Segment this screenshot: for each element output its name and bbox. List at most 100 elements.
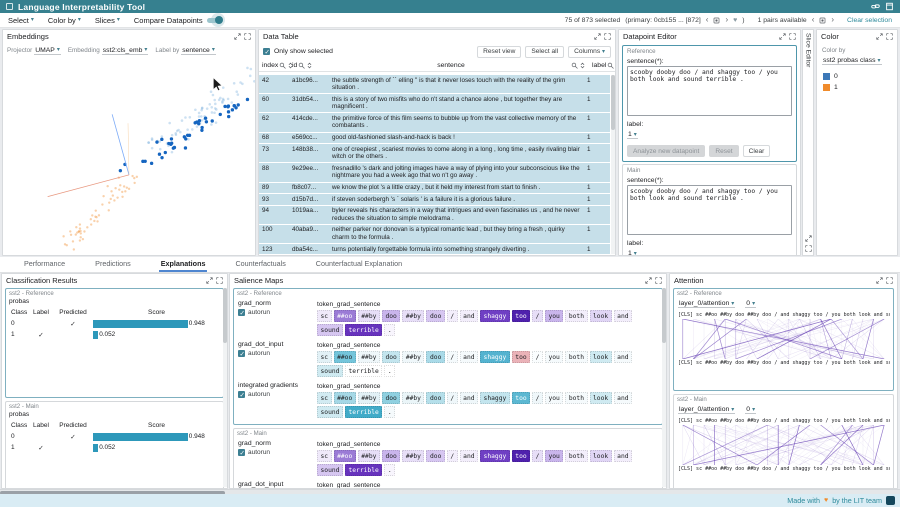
tab-explanations[interactable]: Explanations [159, 257, 208, 272]
compare-datapoints-toggle[interactable] [207, 16, 222, 24]
salience-token[interactable]: sound [317, 464, 343, 476]
tab-counterfactual-explanation[interactable]: Counterfactual Explanation [314, 257, 404, 272]
select-all-button[interactable]: Select all [525, 46, 564, 58]
salience-token[interactable]: and [614, 351, 632, 363]
slice-editor-tab[interactable]: Slice Editor [802, 29, 814, 256]
fullscreen-icon[interactable] [886, 33, 893, 40]
only-show-selected-checkbox[interactable] [263, 48, 270, 55]
pin-pair-icon[interactable] [819, 17, 826, 24]
column-header-index[interactable]: index [259, 62, 289, 69]
table-row[interactable]: 73148b38...one of creepiest , scariest m… [259, 144, 610, 163]
salience-token[interactable]: sound [317, 365, 343, 377]
salience-token[interactable]: / [447, 450, 458, 462]
table-row[interactable]: 10040aba9...neither parker nor donovan i… [259, 225, 610, 244]
salience-token[interactable]: both [565, 450, 587, 462]
autorun-control[interactable]: autorun [238, 391, 317, 398]
salience-token[interactable]: . [384, 324, 395, 336]
fullscreen-icon[interactable] [805, 245, 812, 252]
expand-icon[interactable] [876, 277, 883, 284]
salience-token[interactable]: too [512, 392, 530, 404]
salience-token[interactable]: / [447, 310, 458, 322]
color-by-menu[interactable]: Color by▾ [48, 16, 81, 25]
salience-token[interactable]: doo [382, 310, 400, 322]
salience-token[interactable]: terrible [345, 365, 382, 377]
salience-token[interactable]: too [512, 310, 530, 322]
salience-token[interactable]: shaggy [480, 310, 510, 322]
sort-icon[interactable] [579, 62, 586, 69]
salience-token[interactable]: you [545, 392, 563, 404]
tab-counterfactuals[interactable]: Counterfactuals [233, 257, 287, 272]
salience-token[interactable]: and [460, 450, 478, 462]
layer-select[interactable]: layer_0/attention▾ [678, 406, 735, 414]
salience-token[interactable]: ##by [402, 351, 424, 363]
salience-token[interactable]: ##by [358, 450, 380, 462]
salience-token[interactable]: ##by [358, 310, 380, 322]
salience-token[interactable]: and [460, 351, 478, 363]
salience-token[interactable]: doo [382, 351, 400, 363]
table-row[interactable]: 93d15b7d...if steven soderbergh 's ` sol… [259, 194, 610, 206]
table-row[interactable]: 89fb8c07...we know the plot 's a little … [259, 183, 610, 195]
autorun-control[interactable]: autorun [238, 449, 317, 456]
salience-token[interactable]: ##by [358, 351, 380, 363]
head-select[interactable]: 0▾ [745, 406, 756, 414]
salience-token[interactable]: terrible [345, 406, 382, 418]
autorun-control[interactable]: autorun [238, 350, 317, 357]
salience-token[interactable]: sc [317, 392, 332, 404]
column-header-id[interactable]: id [289, 62, 329, 69]
columns-button[interactable]: Columns ▾ [568, 46, 611, 58]
salience-token[interactable]: look [590, 351, 612, 363]
expand-icon[interactable] [645, 277, 652, 284]
label-by-select[interactable]: sentence▾ [181, 47, 216, 55]
table-row[interactable]: 42a1bc96...the subtle strength of `` ell… [259, 75, 610, 94]
salience-token[interactable]: shaggy [480, 450, 510, 462]
fullscreen-icon[interactable] [216, 277, 223, 284]
salience-token[interactable]: you [545, 310, 563, 322]
salience-token[interactable]: terrible [345, 324, 382, 336]
tab-predictions[interactable]: Predictions [93, 257, 133, 272]
label-select[interactable]: 1▾ [627, 250, 638, 256]
search-icon[interactable] [571, 62, 578, 69]
autorun-checkbox[interactable] [238, 391, 245, 398]
salience-token[interactable]: too [512, 450, 530, 462]
analyze-new-datapoint-button[interactable]: Analyze new datapoint [627, 145, 705, 157]
salience-token[interactable]: and [460, 392, 478, 404]
salience-token[interactable]: look [590, 392, 612, 404]
salience-token[interactable]: terrible [345, 464, 382, 476]
salience-token[interactable]: you [545, 450, 563, 462]
select-menu[interactable]: Select▾ [8, 16, 34, 25]
fullscreen-icon[interactable] [244, 33, 251, 40]
scrollbar-thumb[interactable] [223, 288, 227, 343]
next-datapoint-button[interactable]: › [725, 16, 728, 24]
lit-footer-logo[interactable] [886, 496, 895, 505]
expand-icon[interactable] [594, 33, 601, 40]
salience-token[interactable]: ##oo [334, 392, 356, 404]
autorun-checkbox[interactable] [238, 449, 245, 456]
salience-token[interactable]: ##oo [334, 310, 356, 322]
search-icon[interactable] [298, 62, 305, 69]
salience-token[interactable]: ##by [402, 392, 424, 404]
prev-pair-button[interactable]: ‹ [812, 16, 815, 24]
salience-token[interactable]: ##by [358, 392, 380, 404]
salience-token[interactable]: sc [317, 351, 332, 363]
salience-token[interactable]: / [532, 450, 543, 462]
table-row[interactable]: 62414cde...the primitive force of this f… [259, 113, 610, 132]
column-header-sentence[interactable]: sentence [329, 62, 589, 69]
table-scrollbar[interactable] [611, 75, 615, 254]
salience-token[interactable]: . [384, 406, 395, 418]
fullscreen-icon[interactable] [789, 33, 796, 40]
salience-token[interactable]: both [565, 392, 587, 404]
salience-token[interactable]: look [590, 450, 612, 462]
salience-token[interactable]: ##oo [334, 351, 356, 363]
embedding-scatter[interactable] [3, 57, 255, 255]
salience-token[interactable]: and [614, 310, 632, 322]
salience-token[interactable]: both [565, 351, 587, 363]
panel-scrollbar[interactable] [223, 288, 227, 487]
salience-token[interactable]: shaggy [480, 392, 510, 404]
expand-icon[interactable] [206, 277, 213, 284]
salience-token[interactable]: / [447, 351, 458, 363]
salience-token[interactable]: look [590, 310, 612, 322]
salience-token[interactable]: and [614, 450, 632, 462]
salience-token[interactable]: / [447, 392, 458, 404]
search-icon[interactable] [607, 62, 614, 69]
prev-datapoint-button[interactable]: ‹ [706, 16, 709, 24]
